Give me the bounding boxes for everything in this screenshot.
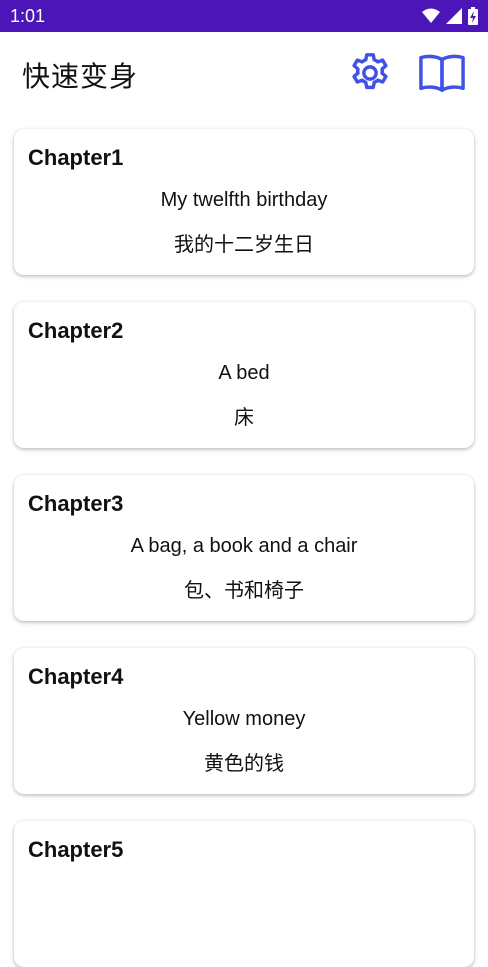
chapter-title: Chapter1 (28, 145, 124, 170)
app-bar: 快速变身 (0, 32, 488, 118)
chapter-chinese-title: 黄色的钱 (204, 751, 284, 775)
chapter-card[interactable]: Chapter2 A bed 床 (14, 302, 474, 448)
book-icon (417, 50, 467, 100)
chapter-card[interactable]: Chapter5 (14, 821, 474, 967)
wifi-icon (422, 8, 440, 24)
app-bar-actions (344, 49, 468, 101)
chapter-english-title: A bed (218, 362, 270, 384)
chapter-title: Chapter4 (28, 664, 124, 689)
chapter-english-title: My twelfth birthday (160, 189, 328, 211)
chapter-title: Chapter3 (28, 491, 124, 516)
chapter-title: Chapter5 (28, 837, 124, 862)
signal-icon (446, 8, 462, 24)
status-icons (422, 7, 478, 25)
chapter-chinese-title: 我的十二岁生日 (174, 232, 314, 256)
chapter-card[interactable]: Chapter4 Yellow money 黄色的钱 (14, 648, 474, 794)
chapter-english-title: Yellow money (182, 708, 306, 730)
status-bar: 1:01 (0, 0, 488, 32)
chapter-chinese-title: 床 (234, 405, 254, 429)
chapter-card[interactable]: Chapter3 A bag, a book and a chair 包、书和椅… (14, 475, 474, 621)
chapter-title: Chapter2 (28, 318, 124, 343)
status-time: 1:01 (10, 5, 46, 26)
app-title: 快速变身 (22, 60, 139, 93)
chapter-english-title: A bag, a book and a chair (130, 535, 358, 557)
chapter-list[interactable]: Chapter1 My twelfth birthday 我的十二岁生日 Cha… (0, 118, 488, 967)
chapter-chinese-title: 包、书和椅子 (184, 578, 304, 602)
chapter-card[interactable]: Chapter1 My twelfth birthday 我的十二岁生日 (14, 129, 474, 275)
battery-charging-icon (468, 7, 478, 25)
gear-icon (347, 50, 393, 100)
book-button[interactable] (416, 49, 468, 101)
settings-button[interactable] (344, 49, 396, 101)
